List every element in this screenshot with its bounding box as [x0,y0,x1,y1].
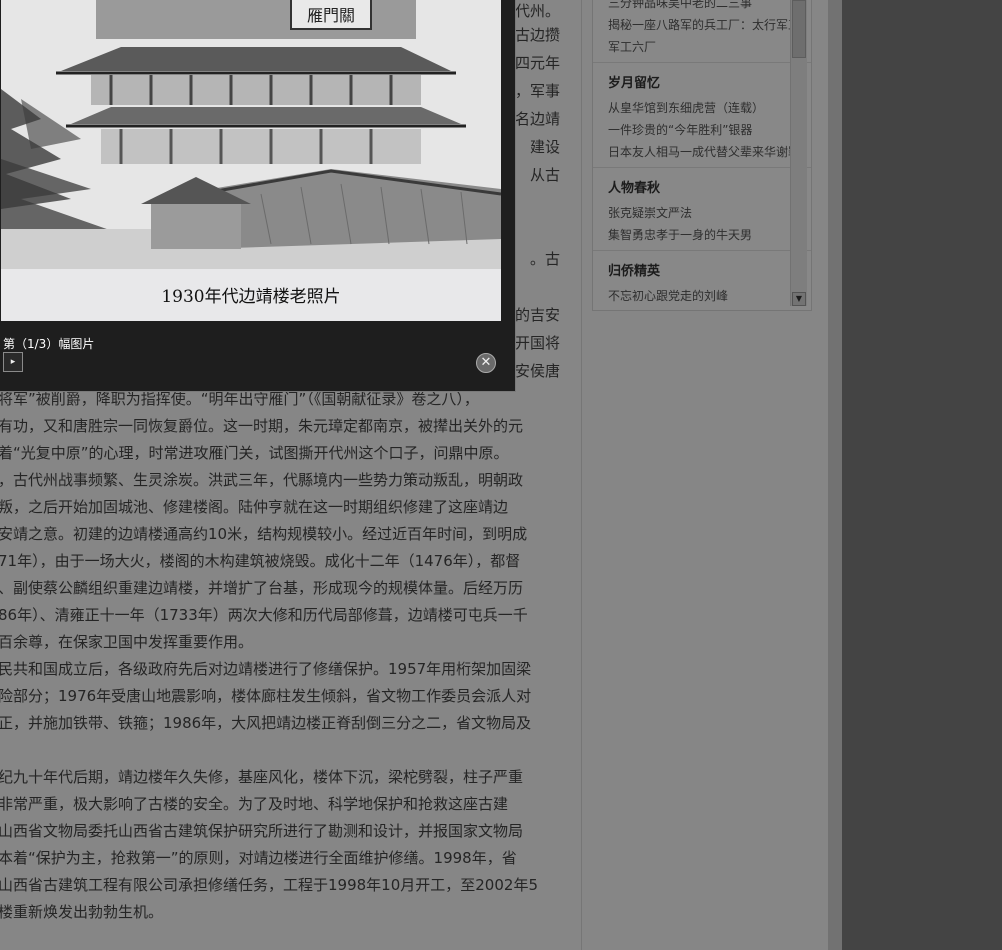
tower-signboard: 雁門關 [307,6,355,25]
outer-background [842,0,1002,950]
play-arrow-icon: ▸ [10,357,16,367]
close-icon: ✕ [480,355,492,370]
close-lightbox-button[interactable]: ✕ [476,353,496,373]
image-counter: 第（1/3）幅图片 [3,337,95,351]
photo-caption: 1930年代边靖楼老照片 [1,269,501,321]
tower-photo-image: 雁門關 [1,0,501,269]
next-image-button[interactable]: ▸ [3,352,23,372]
image-lightbox: 雁門關 1930年代边靖楼老照片 第（1/3）幅图片 ▸ ✕ [0,0,516,392]
lightbox-photo: 雁門關 1930年代边靖楼老照片 [1,0,501,321]
